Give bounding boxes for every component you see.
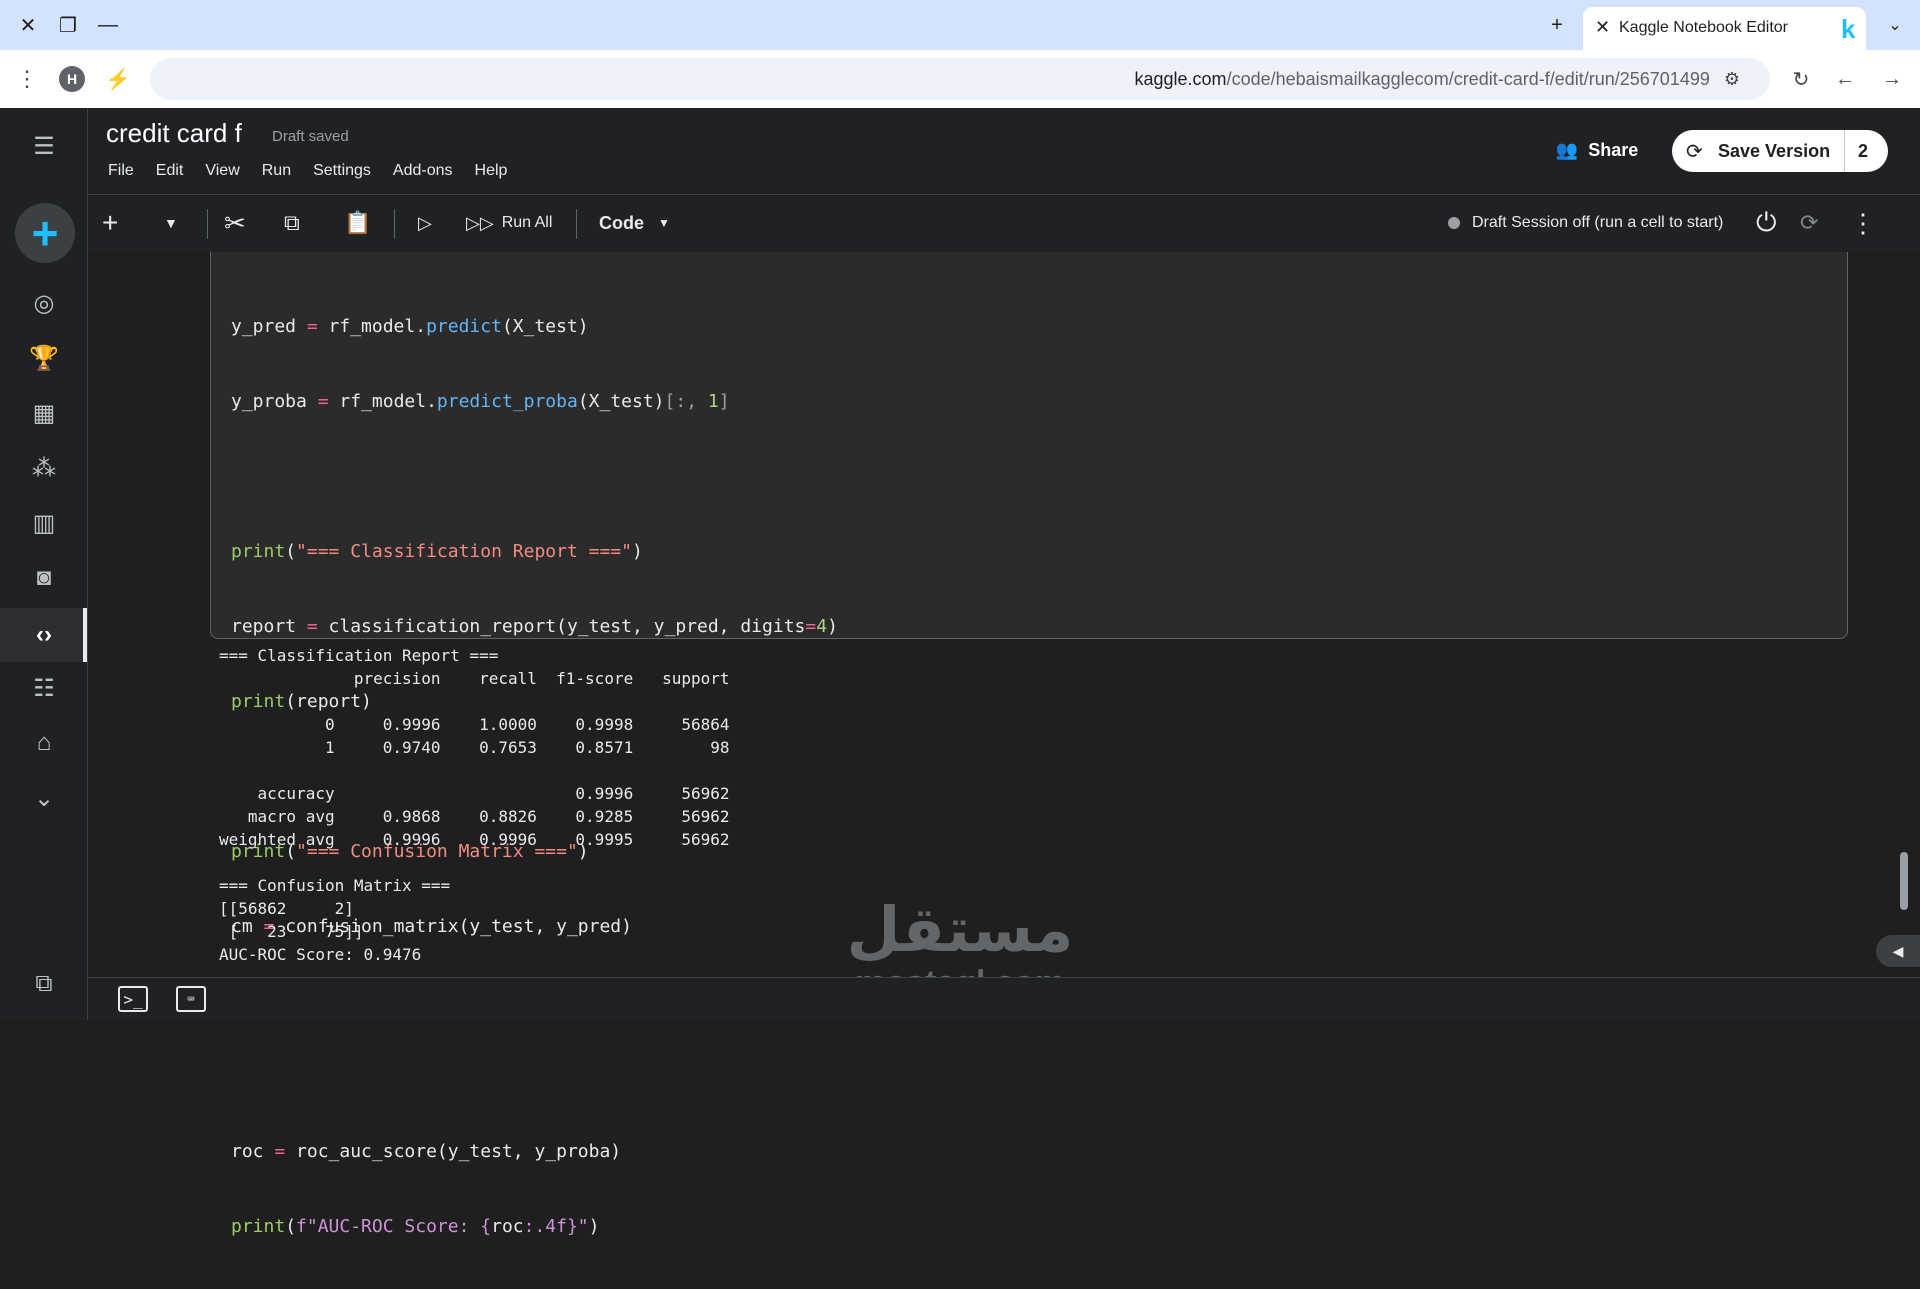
window-restore-icon[interactable]: ❐ [53,10,83,40]
caret-left-icon: ◀ [1892,942,1904,959]
draft-status: Draft saved [272,128,349,145]
save-version-button[interactable]: ⟳ Save Version 2 [1672,130,1888,172]
window-minimize-icon[interactable]: — [93,10,123,40]
keyboard-shortcuts-icon[interactable]: ⌨ [176,986,206,1012]
run-all-button[interactable]: ▷▷ Run All [466,207,552,239]
people-icon: 👥 [1555,139,1579,160]
session-status-dot [1448,217,1460,229]
code-line: print("=== Classification Report ===") [231,541,643,562]
table-datasets-icon[interactable]: ▦ [26,395,62,431]
share-label: Share [1588,139,1639,160]
hamburger-menu-icon[interactable]: ☰ [26,128,62,164]
power-icon[interactable]: ⏻ [1756,207,1777,239]
fast-forward-icon: ▷▷ [466,212,494,233]
browser-menu-icon[interactable]: ⋮ [12,64,42,94]
browser-tab-active[interactable]: ✕ Kaggle Notebook Editor k [1583,7,1866,50]
learn-graduation-icon[interactable]: ⌂ [26,725,62,761]
save-version-divider [1844,130,1845,172]
copy-pages-icon[interactable]: ⧉ [26,966,62,1002]
chevron-down-icon[interactable]: ⌄ [26,780,62,816]
sidebar-active-indicator [83,608,87,662]
trophy-competitions-icon[interactable]: 🏆 [26,340,62,376]
bottom-bar: >_ ⌨ [88,977,1920,1021]
cell-output: === Classification Report === precision … [219,646,730,964]
code-line: y_pred = rf_model.predict(X_test) [231,316,589,337]
code-line: report = classification_report(y_test, y… [231,616,838,637]
performance-icon[interactable]: ⚡ [103,64,133,94]
add-cell-icon[interactable]: + [102,207,118,239]
toolbar-divider [207,209,208,239]
menu-settings[interactable]: Settings [313,162,371,180]
more-options-icon[interactable]: ⋮ [1850,207,1876,239]
toolbar-divider [576,209,577,239]
vertical-scrollbar-thumb[interactable] [1900,852,1908,910]
code-line: print(f"AUC-ROC Score: {roc:.4f}") [231,1216,600,1237]
url-host: kaggle.com [1134,69,1227,89]
menu-edit[interactable]: Edit [156,162,184,180]
save-version-label: Save Version [1718,141,1831,161]
browser-tab-strip: ✕ ❐ — + ✕ Kaggle Notebook Editor k ⌄ [0,0,1920,50]
copy-icon[interactable]: ⧉ [284,207,300,239]
caret-down-icon: ▼ [658,216,670,230]
forward-arrow-icon[interactable]: → [1877,64,1907,94]
window-close-icon[interactable]: ✕ [13,10,43,40]
url-omnibox[interactable]: kaggle.com/code/hebaismailkagglecom/cred… [150,58,1770,100]
notebook-header: credit card f Draft saved File Edit View… [88,108,1920,192]
notebook-toolbar: + ▼ ✂ ⧉ 📋 ▷ ▷▷ Run All Code ▼ Draft Sess… [88,194,1920,253]
code-brackets-icon[interactable]: ‹› [26,617,62,653]
menu-bar: File Edit View Run Settings Add-ons Help [108,162,507,180]
tab-title: Kaggle Notebook Editor [1619,19,1788,36]
models-network-icon[interactable]: ⁂ [26,450,62,486]
session-status: Draft Session off (run a cell to start) [1448,214,1723,232]
session-status-label: Draft Session off (run a cell to start) [1472,214,1724,231]
watermark-arabic: مستقل [846,893,1074,966]
tab-search-chevron-icon[interactable]: ⌄ [1880,10,1910,40]
discussion-icon[interactable]: ☷ [26,670,62,706]
create-button[interactable]: + [15,203,75,263]
menu-file[interactable]: File [108,162,134,180]
menu-run[interactable]: Run [262,162,291,180]
new-tab-icon[interactable]: + [1542,10,1572,40]
profile-avatar[interactable]: H [59,66,85,92]
version-count[interactable]: 2 [1858,141,1868,162]
console-terminal-icon[interactable]: >_ [118,986,148,1012]
paste-clipboard-icon[interactable]: 📋 [344,207,371,239]
code-cell[interactable]: y_pred = rf_model.predict(X_test) y_prob… [210,252,1848,1237]
add-cell-dropdown-icon[interactable]: ▼ [164,207,178,239]
cell-type-select[interactable]: Code ▼ [599,207,670,239]
collapse-panel-tab[interactable]: ◀ [1876,935,1920,967]
run-all-label: Run All [501,214,553,231]
back-arrow-icon[interactable]: ← [1830,64,1860,94]
menu-add-ons[interactable]: Add-ons [393,162,453,180]
run-cell-play-icon[interactable]: ▷ [418,207,432,239]
toolbar-divider [394,209,395,239]
site-settings-icon[interactable]: ⚙ [1724,69,1740,89]
compass-explore-icon[interactable]: ◎ [26,285,62,321]
share-button[interactable]: 👥 Share [1532,128,1662,172]
kaggle-favicon-icon: k [1841,14,1856,44]
plus-icon: + [31,207,59,259]
save-version-icon: ⟳ [1686,141,1703,163]
menu-help[interactable]: Help [475,162,508,180]
url-text: kaggle.com/code/hebaismailkagglecom/cred… [1135,69,1741,90]
robot-agents-icon[interactable]: ◙ [26,560,62,596]
notebook-canvas: y_pred = rf_model.predict(X_test) y_prob… [88,252,1920,1237]
code-line: roc = roc_auc_score(y_test, y_proba) [231,1141,622,1162]
bar-chart-benchmarks-icon[interactable]: ▥ [26,505,62,541]
menu-view[interactable]: View [205,162,239,180]
reload-icon[interactable]: ↻ [1786,64,1816,94]
notebook-title[interactable]: credit card f [106,118,242,149]
url-path: /code/hebaismailkagglecom/credit-card-f/… [1226,69,1710,89]
cell-type-label: Code [599,212,644,233]
cut-scissors-icon[interactable]: ✂ [224,207,246,239]
tab-close-icon[interactable]: ✕ [1595,17,1610,38]
code-line: y_proba = rf_model.predict_proba(X_test)… [231,391,730,412]
restart-session-icon[interactable]: ⟳ [1800,207,1818,239]
